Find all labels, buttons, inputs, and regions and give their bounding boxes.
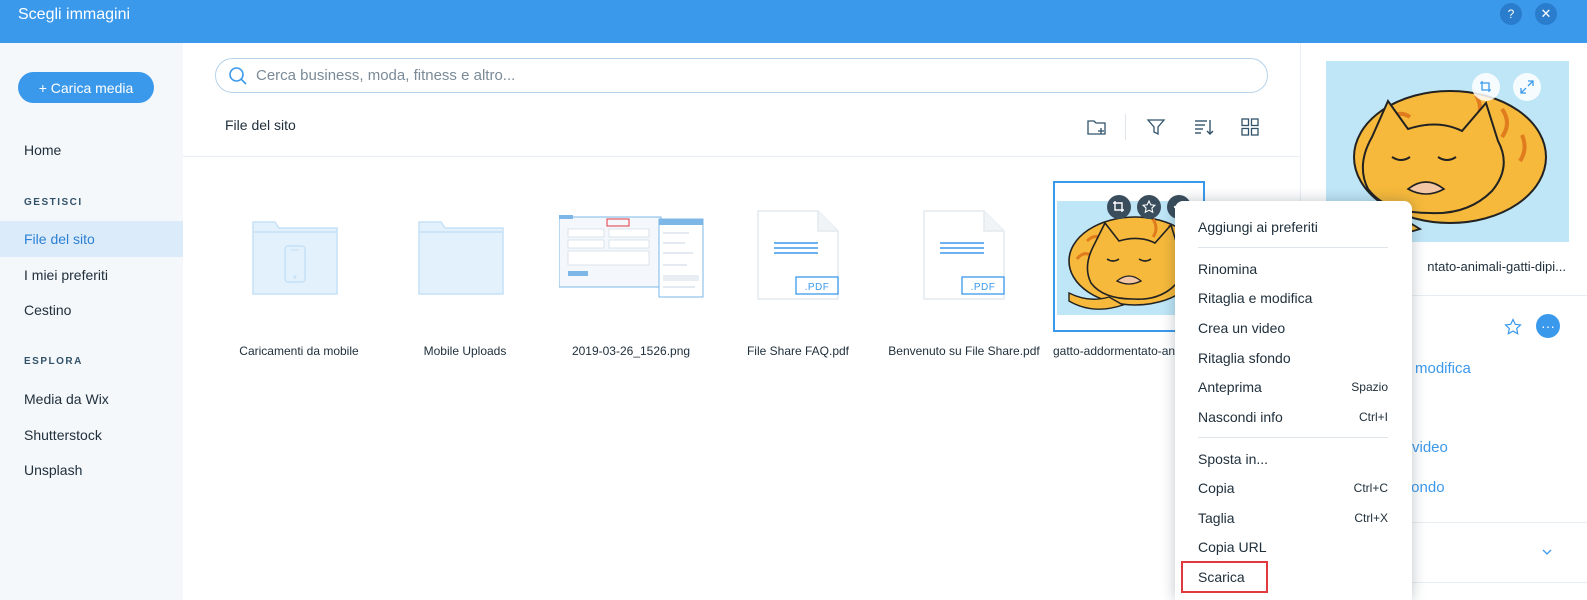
sidebar-item-trash[interactable]: Cestino <box>0 292 183 328</box>
context-menu: Aggiungi ai preferiti Rinomina Ritaglia … <box>1175 201 1412 600</box>
media-item-caption: 2019-03-26_1526.png <box>571 344 691 358</box>
menu-item-label: Crea un video <box>1198 320 1286 336</box>
sidebar-item-wix-media[interactable]: Media da Wix <box>0 381 183 417</box>
search-icon <box>229 66 247 85</box>
menu-item-create-video[interactable]: Crea un video <box>1198 314 1388 342</box>
chevron-down-icon[interactable] <box>1541 546 1553 558</box>
crop-icon[interactable] <box>1472 73 1500 101</box>
menu-item-label: Taglia <box>1198 510 1235 526</box>
media-item-caption: File Share FAQ.pdf <box>746 344 850 358</box>
menu-item-label: Sposta in... <box>1198 451 1269 467</box>
more-options-button[interactable]: ··· <box>1536 314 1560 338</box>
folder-mobile-icon <box>252 221 338 295</box>
menu-item-copy-url[interactable]: Copia URL <box>1198 533 1388 561</box>
menu-item-hide-info[interactable]: Nascondi info Ctrl+I <box>1198 403 1388 431</box>
screenshot-preview <box>559 215 704 298</box>
background-link[interactable]: fondo <box>1407 479 1445 496</box>
media-item-caption: gatto-addormentato-an <box>1053 344 1175 358</box>
pdf-badge: .PDF <box>970 282 996 293</box>
menu-item-label: Scarica <box>1198 569 1245 585</box>
menu-item-label: Ritaglia e modifica <box>1198 290 1313 306</box>
menu-item-download[interactable]: Scarica <box>1181 561 1268 593</box>
sidebar: + Carica media Home GESTISCI File del si… <box>0 43 183 600</box>
menu-item-remove-background[interactable]: Ritaglia sfondo <box>1198 344 1388 372</box>
favorite-star-icon[interactable] <box>1137 195 1161 219</box>
sidebar-item-home[interactable]: Home <box>0 132 183 168</box>
menu-item-move-to[interactable]: Sposta in... <box>1198 445 1388 473</box>
close-button[interactable]: ✕ <box>1535 3 1557 25</box>
menu-item-label: Rinomina <box>1198 261 1258 277</box>
sidebar-item-shutterstock[interactable]: Shutterstock <box>0 417 183 453</box>
breadcrumb: File del sito <box>225 117 296 133</box>
upload-media-button[interactable]: + Carica media <box>18 72 154 103</box>
media-item-caption: Benvenuto su File Share.pdf <box>888 344 1040 358</box>
pdf-thumbnail: .PDF <box>884 183 1044 333</box>
menu-item-label: Ritaglia sfondo <box>1198 350 1291 366</box>
favorite-star-icon[interactable] <box>1504 318 1522 336</box>
menu-item-label: Copia <box>1198 480 1235 496</box>
image-thumbnail <box>551 183 711 333</box>
crop-icon[interactable] <box>1107 195 1131 219</box>
menu-item-preview[interactable]: Anteprima Spazio <box>1198 373 1388 401</box>
pdf-thumbnail: .PDF <box>718 183 878 333</box>
menu-item-add-favorite[interactable]: Aggiungi ai preferiti <box>1198 213 1388 241</box>
sidebar-item-favorites[interactable]: I miei preferiti <box>0 257 183 293</box>
sidebar-item-unsplash[interactable]: Unsplash <box>0 452 183 488</box>
menu-item-shortcut: Ctrl+C <box>1353 481 1388 495</box>
menu-separator <box>1198 247 1388 248</box>
menu-item-shortcut: Ctrl+I <box>1358 410 1388 424</box>
sidebar-heading-manage: GESTISCI <box>24 197 83 208</box>
pdf-badge: .PDF <box>804 282 830 293</box>
folder-icon <box>418 221 504 295</box>
search-input[interactable] <box>256 67 1236 84</box>
toolbar-divider-line <box>183 156 1300 157</box>
dialog-title: Scegli immagini <box>18 6 131 23</box>
menu-item-cut[interactable]: Taglia Ctrl+X <box>1198 504 1388 532</box>
new-folder-icon[interactable] <box>1085 115 1109 139</box>
video-link[interactable]: video <box>1412 439 1448 456</box>
toolbar-divider <box>1125 114 1126 140</box>
dialog-header: Scegli immagini ? ✕ <box>0 0 1587 43</box>
menu-item-label: Copia URL <box>1198 539 1267 555</box>
media-item-caption: Mobile Uploads <box>423 344 507 358</box>
filter-icon[interactable] <box>1144 115 1168 139</box>
menu-item-rename[interactable]: Rinomina <box>1198 255 1388 283</box>
sidebar-item-site-files[interactable]: File del sito <box>0 221 183 257</box>
menu-item-label: Nascondi info <box>1198 409 1283 425</box>
menu-separator <box>1198 437 1388 438</box>
grid-view-icon[interactable] <box>1238 115 1262 139</box>
menu-item-label: Aggiungi ai preferiti <box>1198 219 1318 235</box>
menu-item-copy[interactable]: Copia Ctrl+C <box>1198 474 1388 502</box>
sort-icon[interactable] <box>1192 115 1216 139</box>
search-bar <box>215 58 1268 93</box>
media-item-caption: Caricamenti da mobile <box>239 344 359 358</box>
menu-item-label: Anteprima <box>1198 379 1262 395</box>
help-button[interactable]: ? <box>1500 3 1522 25</box>
media-browser: File del sito Caricamenti da mobile <box>183 43 1300 600</box>
sidebar-heading-explore: ESPLORA <box>24 356 83 367</box>
edit-link[interactable]: modifica <box>1415 360 1471 377</box>
folder-thumbnail <box>219 183 379 333</box>
menu-item-crop-edit[interactable]: Ritaglia e modifica <box>1198 284 1388 312</box>
expand-icon[interactable] <box>1513 73 1541 101</box>
menu-item-shortcut: Spazio <box>1351 380 1388 394</box>
folder-thumbnail <box>385 183 545 333</box>
menu-item-shortcut: Ctrl+X <box>1354 511 1388 525</box>
